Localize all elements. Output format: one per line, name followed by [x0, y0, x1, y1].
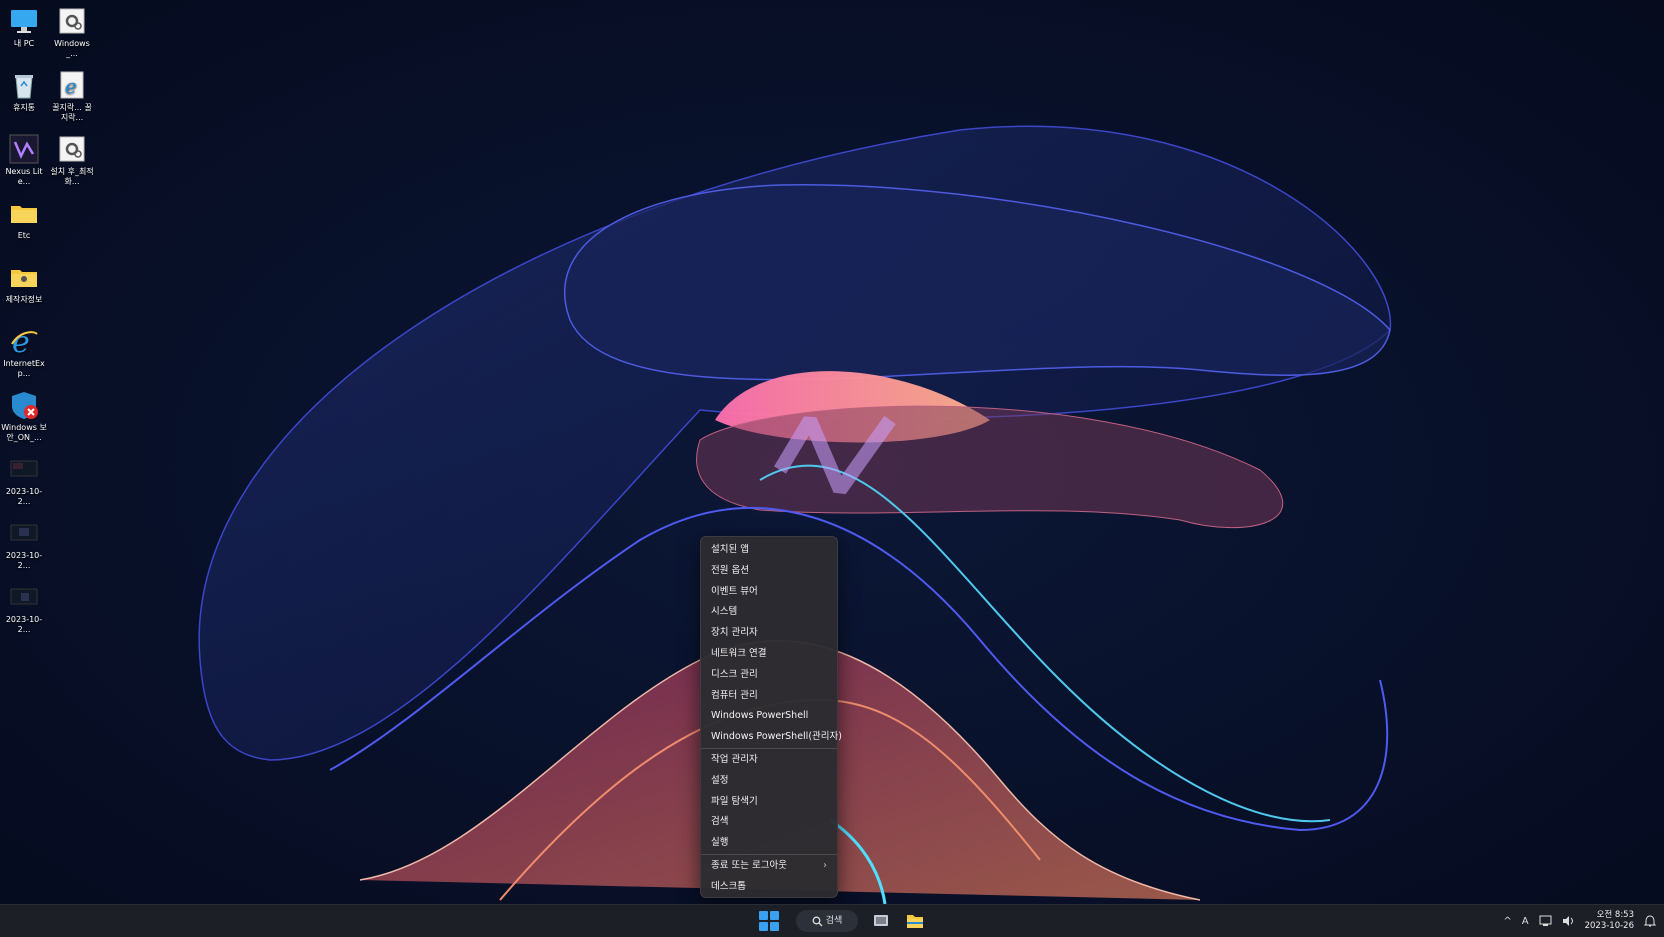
windows-security-icon [9, 390, 39, 420]
menu-item-system[interactable]: 시스템 [701, 602, 837, 623]
desktop-icon-screenshot-1[interactable]: 2023-10-2... [1, 448, 47, 507]
desktop-icon-ie-shortcut[interactable]: e 꿀지락... 꿀지락... [49, 64, 95, 123]
chevron-right-icon: › [823, 859, 827, 871]
desktop-icon-label: Windows_... [54, 39, 90, 58]
windows-logo-icon [759, 911, 768, 920]
desktop-icon-label: 제작자정보 [5, 295, 43, 304]
settings-file-icon [57, 134, 87, 164]
menu-item-task-manager[interactable]: 작업 관리자 [701, 750, 837, 771]
menu-item-label: 종료 또는 로그아웃 [711, 859, 787, 871]
system-tray: ^ A 오전 8:53 2023-10-26 [1503, 905, 1656, 937]
folder-icon [907, 915, 923, 928]
ime-indicator[interactable]: A [1522, 916, 1529, 927]
monitor-icon [9, 6, 39, 36]
internet-explorer-icon: e [57, 70, 87, 100]
menu-item-network-connections[interactable]: 네트워크 연결 [701, 644, 837, 665]
menu-item-event-viewer[interactable]: 이벤트 뷰어 [701, 582, 837, 603]
taskbar-center: 검색 [758, 910, 926, 932]
clock-time: 오전 8:53 [1596, 910, 1634, 920]
desktop-icon-label: 설치 후_최적화... [50, 167, 94, 186]
desktop-icon-my-pc[interactable]: 내 PC [1, 0, 47, 49]
nexus-icon [9, 134, 39, 164]
screenshot-thumb-icon [9, 518, 39, 548]
task-view-button[interactable] [870, 910, 892, 932]
menu-item-windows-powershell-admin[interactable]: Windows PowerShell(관리자) [701, 727, 842, 748]
desktop-icon-label: 내 PC [13, 39, 35, 48]
start-button[interactable] [758, 910, 780, 932]
menu-item-settings[interactable]: 설정 [701, 771, 837, 792]
taskbar-search-button[interactable]: 검색 [796, 910, 858, 932]
volume-icon[interactable] [1562, 915, 1575, 927]
desktop-icon-author-info-folder[interactable]: 제작자정보 [1, 256, 47, 305]
desktop-icon-label: InternetExp... [3, 359, 45, 378]
search-label: 검색 [825, 916, 843, 926]
desktop-icon-label: 2023-10-2... [5, 487, 43, 506]
show-hidden-icons-chevron[interactable]: ^ [1503, 916, 1511, 927]
menu-item-desktop[interactable]: 데스크톱 [701, 877, 837, 898]
desktop-icon-nexus[interactable]: Nexus Lite... [1, 128, 47, 187]
desktop-icons: 내 PC Windows_... 휴지통 e 꿀지락... 꿀지락... Nex… [0, 0, 110, 900]
folder-icon [9, 262, 39, 292]
desktop-icon-label: 2023-10-2... [5, 551, 43, 570]
desktop-icon-label: Nexus Lite... [5, 167, 43, 186]
desktop-icon-screenshot-2[interactable]: 2023-10-2... [1, 512, 47, 571]
taskbar: 검색 ^ A 오전 8:53 2023-10-26 [0, 904, 1664, 937]
desktop-icon-etc-folder[interactable]: Etc [1, 192, 47, 241]
desktop-icon-label: 2023-10-2... [5, 615, 43, 634]
desktop-icon-screenshot-3[interactable]: 2023-10-2... [1, 576, 47, 635]
menu-item-file-explorer[interactable]: 파일 탐색기 [701, 792, 837, 813]
desktop-icon-label: Windows 보안_ON_... [1, 423, 47, 442]
internet-explorer-icon: e [9, 325, 39, 360]
clock[interactable]: 오전 8:53 2023-10-26 [1585, 910, 1634, 932]
menu-item-windows-powershell[interactable]: Windows PowerShell [701, 706, 837, 727]
menu-item-search[interactable]: 검색 [701, 812, 837, 833]
screenshot-thumb-icon [9, 582, 39, 612]
recycle-bin-icon [9, 70, 39, 100]
file-explorer-taskbar-button[interactable] [904, 910, 926, 932]
desktop-icon-label: Etc [17, 231, 31, 240]
menu-item-computer-management[interactable]: 컴퓨터 관리 [701, 686, 837, 707]
desktop-icon-windows-security[interactable]: Windows 보안_ON_... [1, 384, 47, 443]
menu-item-disk-management[interactable]: 디스크 관리 [701, 665, 837, 686]
desktop-icon-label: 휴지통 [12, 103, 36, 112]
network-icon[interactable] [1539, 915, 1552, 927]
desktop-icon-internet-explorer[interactable]: e InternetExp... [1, 320, 47, 379]
desktop-icon-recycle-bin[interactable]: 휴지통 [1, 64, 47, 113]
settings-file-icon [57, 6, 87, 36]
menu-item-installed-apps[interactable]: 설치된 앱 [701, 540, 837, 561]
menu-item-shutdown-signout[interactable]: 종료 또는 로그아웃 › [701, 856, 837, 877]
desktop-icon-label: 꿀지락... 꿀지락... [52, 103, 92, 122]
clock-date: 2023-10-26 [1584, 921, 1634, 931]
winx-context-menu: 설치된 앱 전원 옵션 이벤트 뷰어 시스템 장치 관리자 네트워크 연결 디스… [700, 536, 842, 898]
task-view-icon [874, 915, 888, 926]
folder-icon [9, 198, 39, 228]
desktop-icon-windows-settings[interactable]: Windows_... [49, 0, 95, 59]
notification-bell-icon[interactable] [1644, 914, 1656, 928]
desktop-icon-post-install[interactable]: 설치 후_최적화... [49, 128, 95, 187]
screenshot-thumb-icon [9, 454, 39, 484]
menu-item-device-manager[interactable]: 장치 관리자 [701, 623, 837, 644]
search-icon [812, 916, 823, 926]
menu-item-power-options[interactable]: 전원 옵션 [701, 561, 837, 582]
menu-item-run[interactable]: 실행 [701, 833, 837, 854]
svg-text:e: e [65, 74, 77, 98]
